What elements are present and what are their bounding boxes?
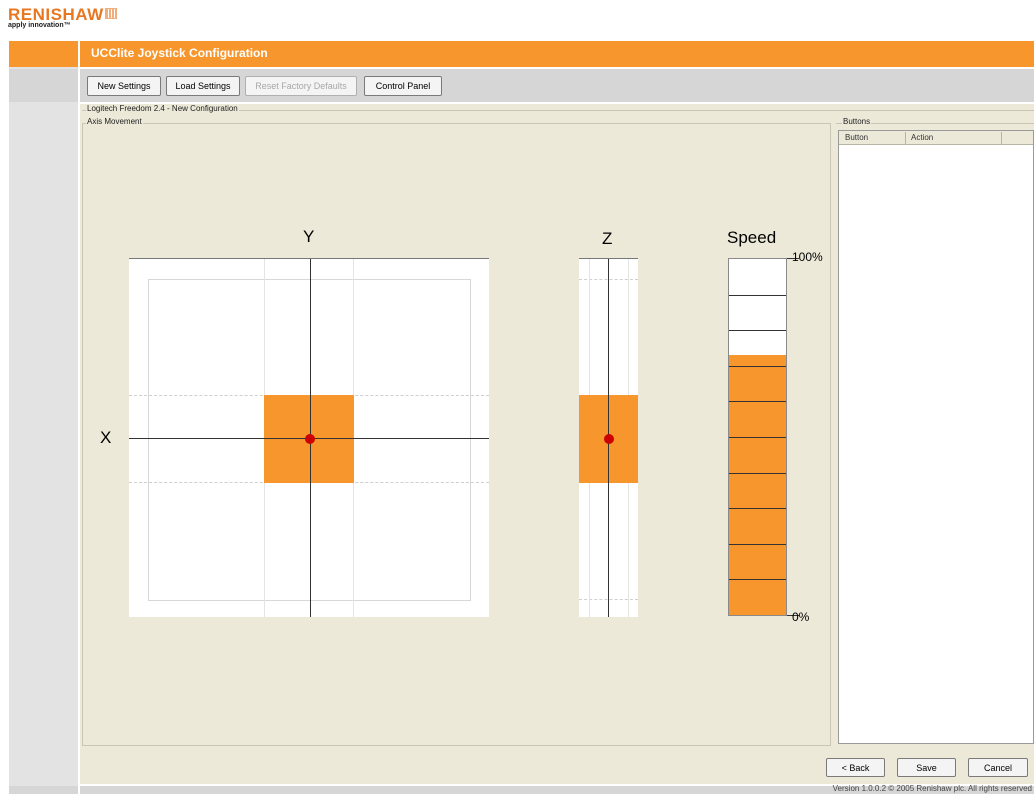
save-button[interactable]: Save xyxy=(897,758,956,777)
load-settings-button[interactable]: Load Settings xyxy=(166,76,240,96)
page-title: UCClite Joystick Configuration xyxy=(91,46,268,60)
speed-gauge-tick xyxy=(729,473,786,474)
axis-group-label: Axis Movement xyxy=(86,117,143,126)
column-action-header[interactable]: Action xyxy=(911,133,933,142)
z-position-indicator xyxy=(604,434,614,444)
x-axis-label: X xyxy=(100,428,112,447)
z-joystick-display xyxy=(579,258,638,617)
column-button-header[interactable]: Button xyxy=(845,133,868,142)
speed-min-label: 0% xyxy=(792,610,810,624)
version-text: Version 1.0.0.2 © 2005 Renishaw plc. All… xyxy=(832,784,1032,793)
xy-position-indicator xyxy=(305,434,315,444)
speed-gauge-tick xyxy=(729,295,786,296)
speed-gauge-tick xyxy=(729,508,786,509)
left-margin-column xyxy=(9,41,78,786)
xy-joystick-display xyxy=(129,258,489,617)
y-axis-label: Y xyxy=(303,227,315,246)
speed-gauge-tick xyxy=(729,330,786,331)
speed-gauge-tick xyxy=(729,366,786,367)
new-settings-button[interactable]: New Settings xyxy=(87,76,161,96)
speed-max-label: 100% xyxy=(792,250,823,264)
buttons-list-header: Button Action xyxy=(839,131,1033,145)
speed-gauge-tick xyxy=(729,544,786,545)
bottom-bar: < Back Save Cancel xyxy=(80,754,1034,784)
footer: Version 1.0.0.2 © 2005 Renishaw plc. All… xyxy=(9,784,1034,794)
buttons-group-label: Buttons xyxy=(842,117,872,126)
title-bar: UCClite Joystick Configuration xyxy=(9,41,1034,67)
speed-gauge-tick xyxy=(729,579,786,580)
z-axis-label: Z xyxy=(602,229,613,248)
reset-factory-defaults-button[interactable]: Reset Factory Defaults xyxy=(245,76,357,96)
speed-gauge xyxy=(728,258,787,616)
speed-gauge-tick xyxy=(729,401,786,402)
renishaw-logo: RENISHAW apply innovation™ xyxy=(8,6,117,29)
buttons-list[interactable]: Button Action xyxy=(838,130,1034,744)
control-panel-button[interactable]: Control Panel xyxy=(364,76,442,96)
logo-mark-icon xyxy=(104,8,117,19)
config-group-label: Logitech Freedom 2.4 - New Configuration xyxy=(86,104,239,113)
cancel-button[interactable]: Cancel xyxy=(968,758,1028,777)
back-button[interactable]: < Back xyxy=(826,758,885,777)
speed-label: Speed xyxy=(727,228,777,247)
axis-group-border xyxy=(82,123,830,124)
speed-gauge-tick xyxy=(729,437,786,438)
speed-level-fill xyxy=(729,355,786,615)
toolbar: New Settings Load Settings Reset Factory… xyxy=(9,69,1034,102)
